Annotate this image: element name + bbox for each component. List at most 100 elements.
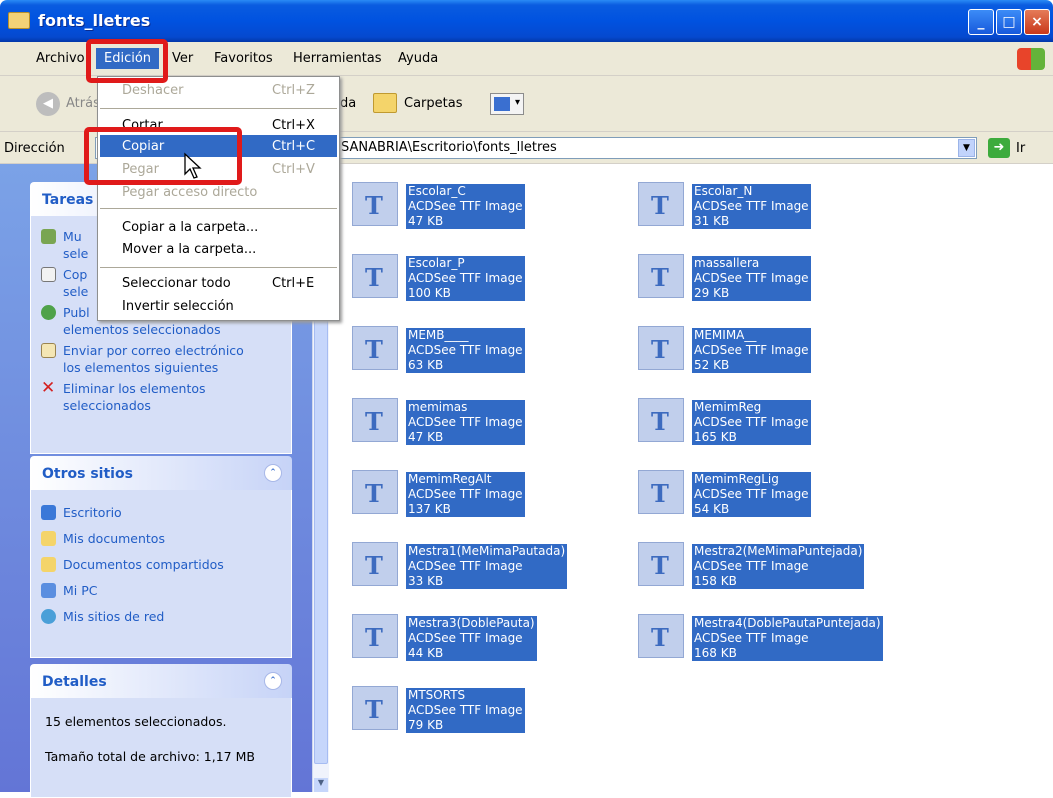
truetype-font-icon: T bbox=[638, 470, 684, 514]
menu-ver[interactable]: Ver bbox=[172, 51, 193, 66]
close-button[interactable]: × bbox=[1024, 9, 1050, 35]
other-places-header[interactable]: Otros sitios ⌃ bbox=[30, 456, 292, 490]
menu-item-mover-a-carpeta[interactable]: Mover a la carpeta... bbox=[100, 238, 337, 260]
file-item[interactable]: T MEMB____ ACDSee TTF Image 63 KB bbox=[330, 314, 600, 373]
truetype-font-icon: T bbox=[638, 542, 684, 586]
task-delete[interactable]: ✕ Eliminar los elementos seleccionados bbox=[41, 380, 281, 414]
menu-herramientas[interactable]: Herramientas bbox=[293, 51, 382, 66]
file-type: ACDSee TTF Image bbox=[694, 199, 809, 213]
address-label: Dirección bbox=[4, 141, 65, 156]
menu-favoritos[interactable]: Favoritos bbox=[214, 51, 273, 66]
file-type: ACDSee TTF Image bbox=[408, 343, 523, 357]
menu-item-invertir-seleccion[interactable]: Invertir selección bbox=[100, 295, 337, 317]
file-label: MemimReg ACDSee TTF Image 165 KB bbox=[692, 400, 811, 445]
menu-item-seleccionar-todo[interactable]: Seleccionar todo Ctrl+E bbox=[100, 272, 337, 294]
file-item[interactable]: T MemimRegAlt ACDSee TTF Image 137 KB bbox=[330, 458, 600, 517]
copiar-highlight-box bbox=[84, 127, 242, 185]
place-documentos-compartidos[interactable]: Documentos compartidos bbox=[41, 556, 281, 573]
file-label: massallera ACDSee TTF Image 29 KB bbox=[692, 256, 811, 301]
truetype-font-icon: T bbox=[352, 542, 398, 586]
truetype-font-icon: T bbox=[352, 398, 398, 442]
go-arrow-icon[interactable]: ➜ bbox=[988, 138, 1010, 158]
file-size: 137 KB bbox=[408, 502, 451, 516]
folder-icon bbox=[8, 12, 30, 29]
file-name: Mestra2(MeMimaPuntejada) bbox=[694, 544, 863, 558]
file-item[interactable]: Tmemimas ACDSee TTF Image 47 KB bbox=[330, 386, 600, 445]
file-item[interactable]: T MEMIMA__ ACDSee TTF Image 52 KB bbox=[616, 314, 886, 373]
file-item[interactable]: T Escolar_N ACDSee TTF Image 31 KB bbox=[616, 170, 886, 229]
truetype-font-icon: T bbox=[638, 398, 684, 442]
file-name: Escolar_P bbox=[408, 256, 465, 270]
file-item[interactable]: T MemimRegLig ACDSee TTF Image 54 KB bbox=[616, 458, 886, 517]
title-bar[interactable]: fonts_lletres _ □ × bbox=[0, 0, 1053, 42]
address-dropdown-icon[interactable]: ▼ bbox=[958, 139, 975, 157]
folders-button-label[interactable]: Carpetas bbox=[404, 96, 462, 111]
views-icon bbox=[494, 97, 510, 111]
menu-ayuda[interactable]: Ayuda bbox=[398, 51, 438, 66]
truetype-font-icon: T bbox=[352, 614, 398, 658]
place-mis-documentos[interactable]: Mis documentos bbox=[41, 530, 281, 547]
go-button-label[interactable]: Ir bbox=[1016, 141, 1025, 156]
file-size: 79 KB bbox=[408, 718, 444, 732]
place-escritorio[interactable]: Escritorio bbox=[41, 504, 281, 521]
documents-folder-icon bbox=[41, 531, 56, 546]
file-type: ACDSee TTF Image bbox=[408, 559, 523, 573]
file-label: MEMB____ ACDSee TTF Image 63 KB bbox=[406, 328, 525, 373]
place-mis-sitios-de-red[interactable]: Mis sitios de red bbox=[41, 608, 281, 625]
file-label: Mestra3(DoblePauta) ACDSee TTF Image 44 KB bbox=[406, 616, 537, 661]
minimize-button[interactable]: _ bbox=[968, 9, 994, 35]
truetype-font-icon: T bbox=[638, 182, 684, 226]
file-item[interactable]: Tmassallera ACDSee TTF Image 29 KB bbox=[616, 242, 886, 301]
other-places-panel: Otros sitios ⌃ Escritorio Mis documentos… bbox=[30, 456, 292, 658]
file-item[interactable]: T Mestra2(MeMimaPuntejada) ACDSee TTF Imag… bbox=[616, 530, 886, 589]
file-size: 44 KB bbox=[408, 646, 444, 660]
file-size: 52 KB bbox=[694, 358, 730, 372]
file-item[interactable]: T Escolar_P ACDSee TTF Image 100 KB bbox=[330, 242, 600, 301]
file-item[interactable]: T Mestra1(MeMimaPautada) ACDSee TTF Image 3… bbox=[330, 530, 600, 589]
file-size: 47 KB bbox=[408, 214, 444, 228]
folders-icon[interactable] bbox=[373, 93, 397, 113]
task-email[interactable]: Enviar por correo electrónico los elemen… bbox=[41, 342, 281, 376]
copy-icon bbox=[41, 267, 56, 282]
file-item[interactable]: T Escolar_C ACDSee TTF Image 47 KB bbox=[330, 170, 600, 229]
file-item[interactable]: T MemimReg ACDSee TTF Image 165 KB bbox=[616, 386, 886, 445]
chevron-down-icon: ▾ bbox=[514, 97, 520, 108]
file-type: ACDSee TTF Image bbox=[408, 487, 523, 501]
scroll-down-icon[interactable]: ▼ bbox=[314, 778, 328, 792]
menu-separator bbox=[100, 208, 337, 209]
shared-folder-icon bbox=[41, 557, 56, 572]
envelope-icon bbox=[41, 343, 56, 358]
collapse-chevron-icon[interactable]: ⌃ bbox=[264, 464, 282, 482]
file-size: 165 KB bbox=[694, 430, 737, 444]
file-size: 47 KB bbox=[408, 430, 444, 444]
file-item[interactable]: T Mestra4(DoblePautaPuntejada) ACDSee TTF … bbox=[616, 602, 886, 661]
file-type: ACDSee TTF Image bbox=[694, 271, 809, 285]
place-mi-pc[interactable]: Mi PC bbox=[41, 582, 281, 599]
back-arrow-icon[interactable]: ◀ bbox=[36, 92, 60, 116]
file-item[interactable]: T MTSORTS ACDSee TTF Image 79 KB bbox=[330, 674, 600, 733]
file-name: Mestra1(MeMimaPautada) bbox=[408, 544, 566, 558]
details-header[interactable]: Detalles ⌃ bbox=[30, 664, 292, 698]
file-label: memimas ACDSee TTF Image 47 KB bbox=[406, 400, 525, 445]
maximize-button[interactable]: □ bbox=[996, 9, 1022, 35]
truetype-font-icon: T bbox=[638, 614, 684, 658]
truetype-font-icon: T bbox=[352, 686, 398, 730]
file-type: ACDSee TTF Image bbox=[694, 559, 809, 573]
truetype-font-icon: T bbox=[352, 254, 398, 298]
file-type: ACDSee TTF Image bbox=[408, 703, 523, 717]
delete-x-icon: ✕ bbox=[41, 378, 56, 398]
views-button[interactable]: ▾ bbox=[490, 93, 524, 115]
collapse-chevron-icon[interactable]: ⌃ bbox=[264, 672, 282, 690]
edit-menu: Deshacer Ctrl+Z Cortar Ctrl+X Copiar Ctr… bbox=[97, 76, 340, 321]
file-label: Escolar_N ACDSee TTF Image 31 KB bbox=[692, 184, 811, 229]
file-label: MEMIMA__ ACDSee TTF Image 52 KB bbox=[692, 328, 811, 373]
file-label: Mestra4(DoblePautaPuntejada) ACDSee TTF I… bbox=[692, 616, 883, 661]
menu-item-copiar-a-carpeta[interactable]: Copiar a la carpeta... bbox=[100, 216, 337, 238]
file-name: massallera bbox=[694, 256, 760, 270]
menu-archivo[interactable]: Archivo bbox=[36, 51, 85, 66]
back-button-label[interactable]: Atrás bbox=[66, 96, 100, 111]
file-item[interactable]: T Mestra3(DoblePauta) ACDSee TTF Image 44 K… bbox=[330, 602, 600, 661]
file-label: Mestra2(MeMimaPuntejada) ACDSee TTF Image… bbox=[692, 544, 865, 589]
search-button-label[interactable]: da bbox=[340, 96, 356, 111]
move-icon bbox=[41, 229, 56, 244]
